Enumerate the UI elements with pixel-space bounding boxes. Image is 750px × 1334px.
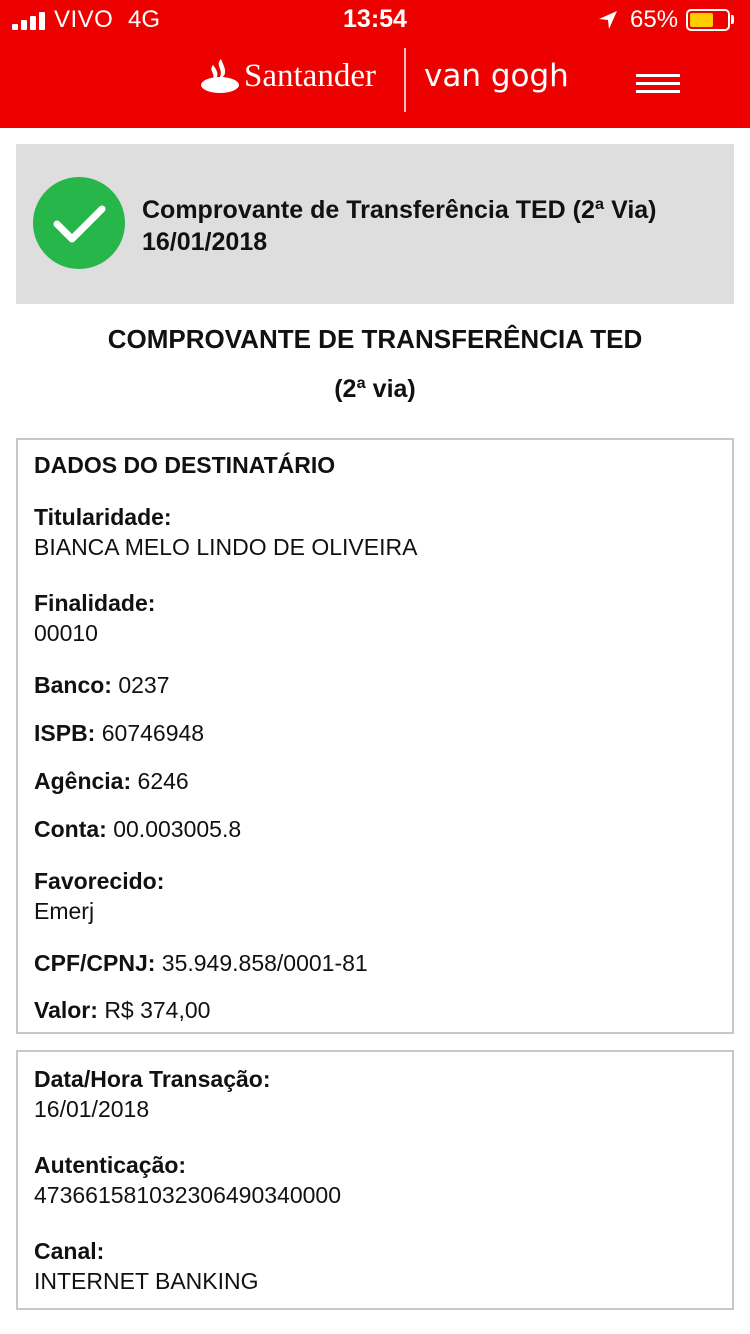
ispb-row: ISPB: 60746948 bbox=[34, 718, 714, 748]
page-title: COMPROVANTE DE TRANSFERÊNCIA TED bbox=[107, 324, 643, 354]
banner-title: Comprovante de Transferência TED (2ª Via… bbox=[142, 194, 732, 258]
ispb-label: ISPB: bbox=[34, 720, 96, 746]
banner-date: 16/01/2018 bbox=[142, 228, 268, 256]
success-check-icon bbox=[33, 177, 125, 269]
autenticacao-value: 473661581032306490340000 bbox=[34, 1182, 341, 1208]
success-banner: Comprovante de Transferência TED (2ª Via… bbox=[16, 144, 734, 304]
recipient-card: DADOS DO DESTINATÁRIO Titularidade: BIAN… bbox=[16, 438, 734, 1034]
brand-segment: van gogh bbox=[424, 58, 569, 94]
brand-name: Santander bbox=[244, 58, 376, 94]
cpf-value: 35.949.858/0001-81 bbox=[161, 950, 368, 976]
agencia-row: Agência: 6246 bbox=[34, 766, 714, 796]
autenticacao-label: Autenticação: bbox=[34, 1152, 187, 1178]
banner-title-line: Comprovante de Transferência TED (2ª Via… bbox=[142, 196, 657, 224]
valor-row: Valor: R$ 374,00 bbox=[34, 995, 714, 1025]
canal-value: INTERNET BANKING bbox=[34, 1268, 259, 1294]
status-bar: VIVO 4G 13:54 65% bbox=[0, 0, 750, 40]
battery-tip bbox=[731, 15, 734, 24]
santander-flame-icon bbox=[201, 59, 239, 93]
transaction-card: Data/Hora Transação: 16/01/2018 Autentic… bbox=[16, 1050, 734, 1310]
banco-row: Banco: 0237 bbox=[34, 670, 714, 700]
banco-label: Banco: bbox=[34, 672, 112, 698]
battery-icon bbox=[686, 9, 730, 31]
recipient-section-title: DADOS DO DESTINATÁRIO bbox=[34, 452, 336, 478]
datahora-value: 16/01/2018 bbox=[34, 1096, 150, 1122]
logo-divider bbox=[404, 48, 406, 112]
conta-label: Conta: bbox=[34, 816, 107, 842]
favorecido-value: Emerj bbox=[34, 898, 95, 924]
cpf-label: CPF/CPNJ: bbox=[34, 950, 156, 976]
battery-percent: 65% bbox=[630, 6, 679, 33]
finalidade-value: 00010 bbox=[34, 620, 98, 646]
finalidade-label: Finalidade: bbox=[34, 590, 156, 616]
battery-level-fill bbox=[690, 13, 713, 27]
app-header: VIVO 4G 13:54 65% Santander van gogh bbox=[0, 0, 750, 128]
location-arrow-icon bbox=[599, 11, 617, 29]
titularidade-label: Titularidade: bbox=[34, 504, 172, 530]
conta-row: Conta: 00.003005.8 bbox=[34, 814, 714, 844]
conta-value: 00.003005.8 bbox=[113, 816, 242, 842]
ispb-value: 60746948 bbox=[101, 720, 205, 746]
canal-label: Canal: bbox=[34, 1238, 105, 1264]
valor-label: Valor: bbox=[34, 997, 98, 1023]
favorecido-label: Favorecido: bbox=[34, 868, 165, 894]
agencia-label: Agência: bbox=[34, 768, 132, 794]
datahora-label: Data/Hora Transação: bbox=[34, 1066, 271, 1092]
banco-value: 0237 bbox=[118, 672, 170, 698]
page-subtitle: (2ª via) bbox=[334, 375, 416, 403]
titularidade-value: BIANCA MELO LINDO DE OLIVEIRA bbox=[34, 534, 418, 560]
hamburger-menu-icon[interactable] bbox=[630, 66, 686, 102]
valor-value: R$ 374,00 bbox=[104, 997, 211, 1023]
agencia-value: 6246 bbox=[137, 768, 189, 794]
cpf-row: CPF/CPNJ: 35.949.858/0001-81 bbox=[34, 948, 714, 978]
